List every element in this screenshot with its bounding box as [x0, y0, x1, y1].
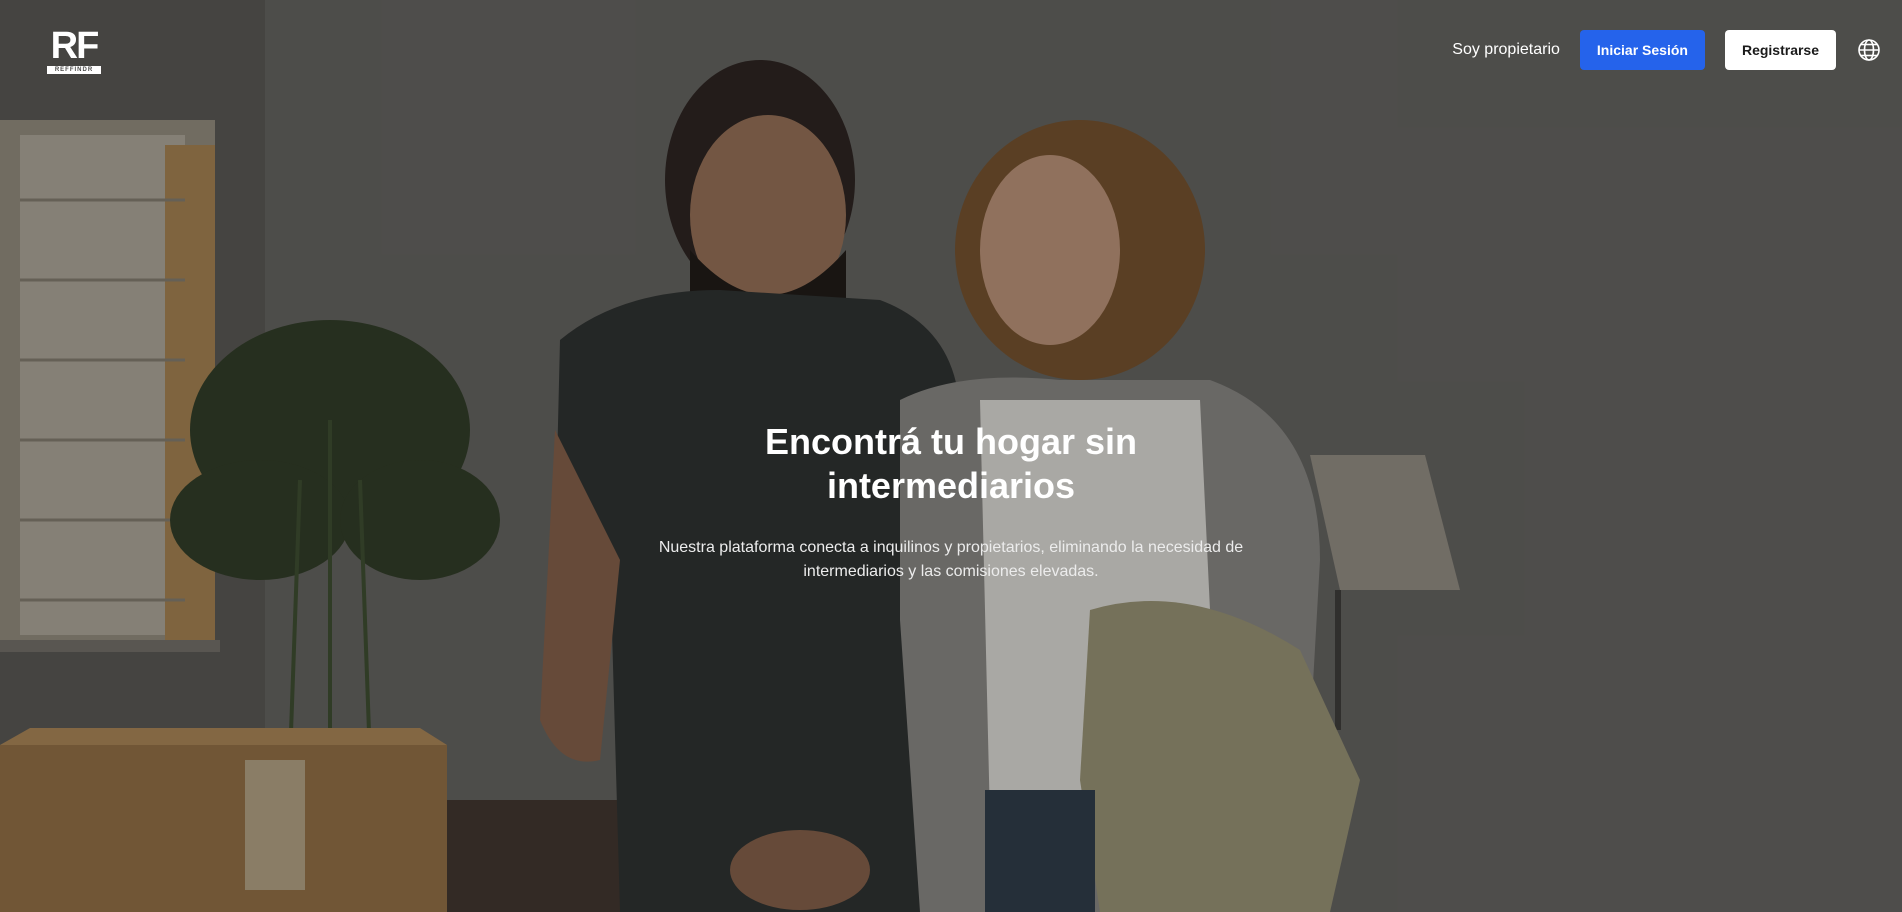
logo-subtext: REFFINDR: [47, 66, 101, 74]
hero-title: Encontrá tu hogar sin intermediarios: [764, 421, 1138, 506]
hero-content: Encontrá tu hogar sin intermediarios Nue…: [651, 420, 1251, 584]
globe-icon[interactable]: [1856, 37, 1882, 63]
register-button[interactable]: Registrarse: [1724, 30, 1836, 70]
top-navigation: Soy propietario Iniciar Sesión Registrar…: [1452, 30, 1882, 70]
logo-mark: RF: [50, 25, 100, 67]
hero-description: Nuestra plataforma conecta a inquilinos …: [658, 539, 1244, 580]
owner-link[interactable]: Soy propietario: [1452, 41, 1560, 59]
hero-section: RF REFFINDR Soy propietario Iniciar Sesi…: [0, 0, 1902, 912]
logo[interactable]: RF REFFINDR: [47, 25, 101, 74]
login-button[interactable]: Iniciar Sesión: [1579, 30, 1705, 70]
